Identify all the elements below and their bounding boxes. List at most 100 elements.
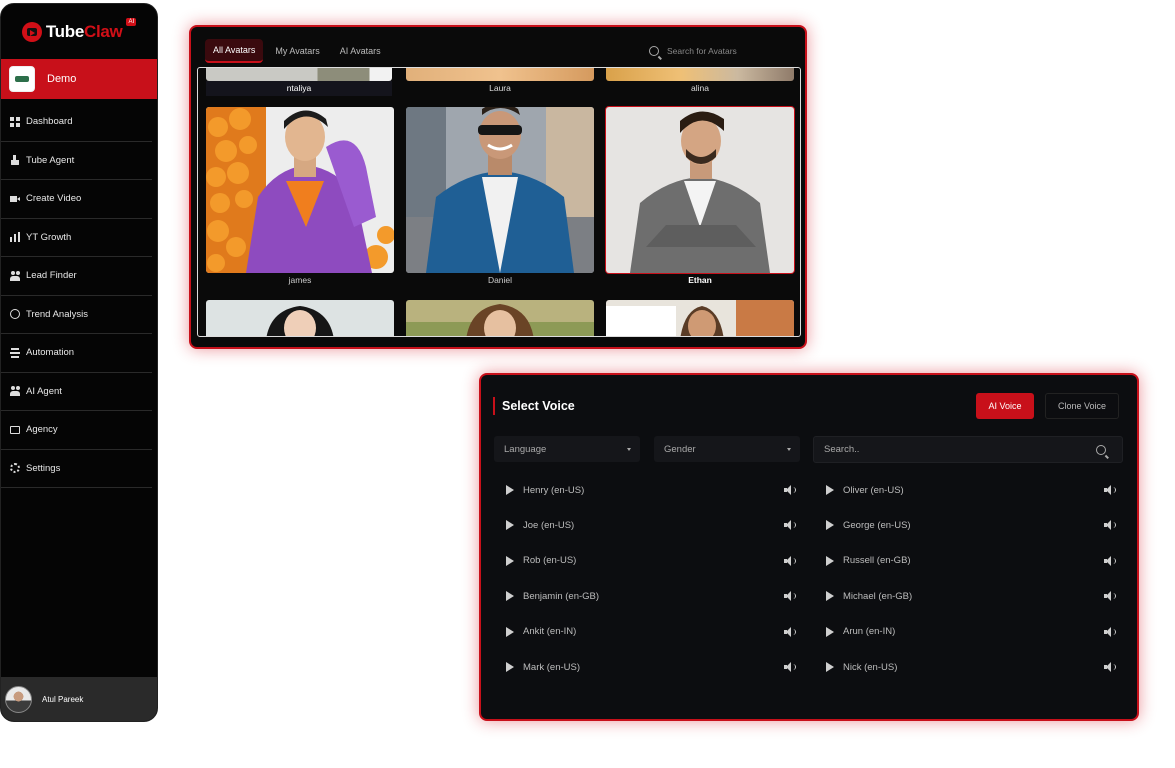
sidebar-item-create-video[interactable]: Create Video: [1, 180, 152, 219]
voice-option[interactable]: Joe (en-US): [506, 515, 796, 535]
avatar-photo: [206, 107, 394, 273]
avatar-name: Daniel: [487, 275, 513, 285]
workspace-name: Demo: [47, 73, 77, 85]
avatar-card-ethan[interactable]: [605, 106, 795, 274]
voice-option[interactable]: Henry (en-US): [506, 480, 796, 500]
sidebar-item-ai-agent[interactable]: AI Agent: [1, 373, 152, 411]
sidebar-item-label: Dashboard: [26, 116, 73, 128]
play-icon[interactable]: [506, 555, 514, 566]
workspace-thumbnail: [9, 66, 35, 92]
speaker-icon[interactable]: [784, 485, 796, 495]
avatar-name: Laura: [489, 83, 511, 93]
gender-select[interactable]: Gender: [654, 436, 800, 462]
speaker-icon[interactable]: [1104, 626, 1116, 637]
speaker-icon[interactable]: [1104, 555, 1116, 566]
voice-option[interactable]: Benjamin (en-GB): [506, 586, 796, 606]
avatar-search[interactable]: Search for Avatars: [641, 39, 791, 63]
avatar-name: alina: [691, 83, 709, 93]
speaker-icon[interactable]: [1104, 485, 1116, 495]
speaker-icon[interactable]: [784, 555, 796, 566]
ai-voice-button[interactable]: AI Voice: [976, 393, 1034, 419]
avatar-card-james[interactable]: [206, 107, 394, 273]
avatar-thumbnail[interactable]: [406, 300, 594, 336]
avatar-row-partial: ntaliya Laura alina: [198, 68, 800, 96]
tab-my-avatars[interactable]: My Avatars: [267, 39, 327, 63]
voice-option[interactable]: Rob (en-US): [506, 551, 796, 571]
avatar-thumbnail[interactable]: [606, 68, 794, 81]
play-icon[interactable]: [826, 520, 834, 531]
sidebar-item-lead-finder[interactable]: Lead Finder: [1, 257, 152, 296]
voice-option[interactable]: Ankit (en-IN): [506, 622, 796, 642]
play-icon[interactable]: [826, 662, 834, 672]
avatar-thumbnail[interactable]: [406, 68, 594, 81]
speaker-icon[interactable]: [784, 520, 796, 531]
search-icon[interactable]: [1096, 445, 1106, 455]
avatar-grid: ntaliya Laura alina james Daniel Ethan: [197, 67, 801, 337]
clone-voice-button[interactable]: Clone Voice: [1045, 393, 1119, 419]
brand-name: TubeClaw: [45, 21, 123, 41]
speaker-icon[interactable]: [784, 662, 796, 672]
avatar-photo: [406, 107, 594, 273]
sidebar-item-dashboard[interactable]: Dashboard: [1, 103, 152, 142]
voice-option[interactable]: Arun (en-IN): [826, 622, 1116, 642]
play-icon[interactable]: [826, 485, 834, 495]
sidebar-item-label: Lead Finder: [26, 270, 77, 282]
voice-option[interactable]: Michael (en-GB): [826, 586, 1116, 606]
avatar-card-daniel[interactable]: [406, 107, 594, 273]
brand-logo[interactable]: TubeClaw AI: [1, 4, 157, 59]
users-icon: [10, 386, 20, 397]
sidebar-item-label: Tube Agent: [26, 154, 75, 166]
avatar-thumbnail[interactable]: [206, 68, 392, 81]
tab-ai-avatars[interactable]: AI Avatars: [332, 39, 389, 63]
play-icon[interactable]: [506, 591, 514, 602]
avatar-thumbnail[interactable]: [206, 300, 394, 336]
voice-name: Rob (en-US): [523, 555, 577, 567]
voice-option[interactable]: Mark (en-US): [506, 657, 796, 677]
play-icon[interactable]: [506, 662, 514, 672]
voice-option[interactable]: Russell (en-GB): [826, 551, 1116, 571]
gender-select-value: Gender: [664, 443, 696, 455]
monitor-icon: [10, 425, 20, 434]
sidebar-item-yt-growth[interactable]: YT Growth: [1, 219, 152, 257]
voice-panel: Select Voice AI Voice Clone Voice Langua…: [479, 373, 1139, 721]
workspace-selector[interactable]: Demo: [1, 59, 157, 99]
voice-name: Henry (en-US): [523, 484, 585, 496]
sidebar-item-trend-analysis[interactable]: Trend Analysis: [1, 296, 152, 334]
speaker-icon[interactable]: [784, 591, 796, 602]
sidebar-item-automation[interactable]: Automation: [1, 334, 152, 373]
users-icon: [10, 270, 20, 281]
avatar-thumbnail[interactable]: [606, 300, 794, 336]
sidebar-item-label: AI Agent: [26, 385, 62, 397]
chevron-down-icon: [627, 448, 631, 451]
speaker-icon[interactable]: [1104, 591, 1116, 602]
voice-option[interactable]: Oliver (en-US): [826, 480, 1116, 500]
play-icon[interactable]: [506, 520, 514, 531]
voice-search-input[interactable]: [824, 444, 1084, 455]
speaker-icon[interactable]: [1104, 662, 1116, 672]
voice-option[interactable]: Nick (en-US): [826, 657, 1116, 677]
sidebar-item-settings[interactable]: Settings: [1, 450, 152, 488]
speaker-icon[interactable]: [784, 626, 796, 637]
chevron-down-icon: [787, 448, 791, 451]
play-icon[interactable]: [826, 555, 834, 566]
gear-icon: [10, 463, 20, 474]
speaker-icon[interactable]: [1104, 520, 1116, 531]
sidebar-item-agency[interactable]: Agency: [1, 411, 152, 450]
voice-option[interactable]: George (en-US): [826, 515, 1116, 535]
avatar: [5, 685, 32, 713]
voice-name: Nick (en-US): [843, 661, 898, 673]
language-select-value: Language: [504, 443, 547, 455]
sidebar-item-label: Settings: [26, 462, 61, 474]
user-profile[interactable]: Atul Pareek: [1, 677, 157, 721]
language-select[interactable]: Language: [494, 436, 640, 462]
voice-search[interactable]: [813, 436, 1123, 463]
sidebar-item-label: Agency: [26, 424, 58, 436]
sidebar-item-tube-agent[interactable]: Tube Agent: [1, 142, 152, 180]
tab-all-avatars[interactable]: All Avatars: [205, 39, 264, 63]
play-icon[interactable]: [826, 591, 834, 602]
avatar-search-placeholder: Search for Avatars: [667, 46, 737, 56]
play-icon[interactable]: [826, 626, 834, 637]
play-icon[interactable]: [506, 626, 514, 637]
sidebar-nav: Dashboard Tube Agent Create Video YT Gro…: [1, 103, 157, 488]
play-icon[interactable]: [506, 485, 514, 495]
